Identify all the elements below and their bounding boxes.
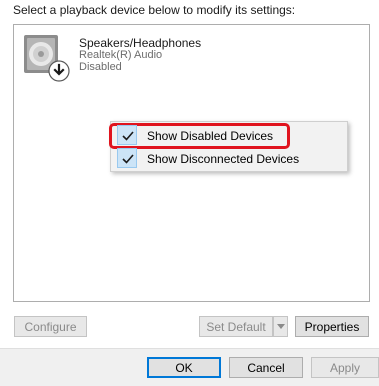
properties-button[interactable]: Properties xyxy=(295,316,369,337)
device-item-speakers[interactable]: Speakers/Headphones Realtek(R) Audio Dis… xyxy=(20,33,220,85)
menu-item-label: Show Disabled Devices xyxy=(147,129,274,143)
configure-button[interactable]: Configure xyxy=(14,316,87,337)
menu-item-label: Show Disconnected Devices xyxy=(147,152,300,166)
speaker-icon xyxy=(20,33,70,83)
ok-button[interactable]: OK xyxy=(147,357,221,378)
menu-item-show-disconnected-devices[interactable]: Show Disconnected Devices xyxy=(115,148,345,170)
device-driver: Realtek(R) Audio xyxy=(79,49,163,61)
menu-item-show-disabled-devices[interactable]: Show Disabled Devices xyxy=(109,123,290,149)
set-default-button[interactable]: Set Default xyxy=(199,316,273,337)
apply-button[interactable]: Apply xyxy=(311,357,379,378)
instruction-text: Select a playback device below to modify… xyxy=(13,3,296,17)
cancel-button[interactable]: Cancel xyxy=(229,357,303,378)
checkmark-icon xyxy=(117,148,137,168)
checkmark-icon xyxy=(117,125,137,145)
context-menu: Show Disabled Devices Show Disconnected … xyxy=(109,121,348,172)
device-name: Speakers/Headphones xyxy=(79,36,202,50)
set-default-dropdown-arrow[interactable] xyxy=(273,316,288,337)
device-status: Disabled xyxy=(79,61,122,73)
